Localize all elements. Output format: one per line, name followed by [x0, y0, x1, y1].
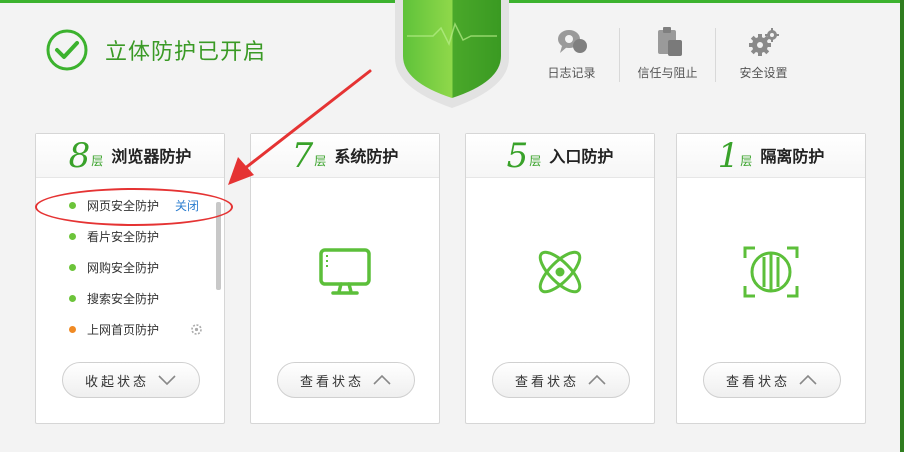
annotation-highlight-ellipse	[35, 188, 233, 226]
item-label: 看片安全防护	[87, 230, 160, 244]
log-icon	[557, 30, 587, 53]
monitor-icon	[319, 248, 371, 295]
layer-unit: 层	[740, 154, 753, 168]
settings-label: 安全设置	[739, 66, 788, 80]
collapse-status-button[interactable]: 收起状态	[62, 362, 200, 398]
view-status-button[interactable]: 查看状态	[492, 362, 630, 398]
view-status-button[interactable]: 查看状态	[277, 362, 415, 398]
list-item-shopping-security: 网购安全防护	[36, 252, 224, 283]
card-title: 隔离防护	[760, 147, 825, 166]
card-title: 入口防护	[549, 147, 614, 166]
layer-count: 8	[68, 136, 91, 176]
item-label: 网购安全防护	[87, 261, 160, 275]
trust-block-label: 信任与阻止	[637, 66, 698, 80]
log-button[interactable]: 日志记录	[524, 26, 619, 82]
annotation-arrow-icon	[228, 69, 372, 185]
status-dot-icon	[69, 295, 76, 302]
chevron-up-icon	[588, 374, 606, 385]
list-item-search-security: 搜索安全防护	[36, 283, 224, 314]
button-label: 查看状态	[299, 374, 364, 390]
card-header: 5 层 入口防护	[466, 134, 654, 178]
list-item-homepage-protection: 上网首页防护	[36, 314, 224, 345]
layer-count: 5	[506, 136, 529, 176]
browser-protection-card: 8 层 浏览器防护 网页安全防护 关闭 看片安全防护 网购安全防护 搜索安全防护…	[35, 133, 225, 424]
button-label: 查看状态	[514, 374, 579, 390]
warning-dot-icon	[69, 326, 76, 333]
status-dot-icon	[69, 264, 76, 271]
layer-unit: 层	[91, 154, 104, 168]
gear-icon[interactable]	[190, 323, 203, 336]
card-icon	[677, 244, 865, 300]
chevron-up-icon	[373, 374, 391, 385]
card-header: 8 层 浏览器防护	[36, 134, 224, 178]
status-dot-icon	[69, 233, 76, 240]
check-circle-icon	[46, 29, 88, 71]
view-status-button[interactable]: 查看状态	[703, 362, 841, 398]
toolbar: 日志记录 信任与阻止 安全设置	[524, 26, 811, 82]
item-label: 上网首页防护	[87, 323, 160, 337]
isolation-icon	[743, 246, 799, 298]
card-title: 浏览器防护	[111, 147, 192, 166]
settings-button[interactable]: 安全设置	[716, 26, 811, 82]
chevron-down-icon	[158, 375, 176, 386]
isolation-protection-card: 1 层 隔离防护 查看状态	[676, 133, 866, 424]
item-label: 搜索安全防护	[87, 292, 160, 306]
shield-icon	[395, 0, 509, 108]
button-label: 收起状态	[84, 374, 149, 390]
entry-protection-card: 5 层 入口防护 查看状态	[465, 133, 655, 424]
card-header: 1 层 隔离防护	[677, 134, 865, 178]
status-text: 立体防护已开启	[105, 40, 267, 65]
card-icon	[466, 244, 654, 300]
layer-count: 1	[717, 136, 740, 176]
log-label: 日志记录	[547, 66, 596, 80]
layer-unit: 层	[529, 154, 542, 168]
chevron-up-icon	[799, 374, 817, 385]
button-label: 查看状态	[725, 374, 790, 390]
trust-block-icon	[657, 27, 682, 56]
window-edge	[900, 0, 904, 452]
atom-icon	[538, 250, 582, 294]
card-icon	[251, 244, 439, 300]
settings-gear-icon	[748, 28, 779, 56]
trust-block-button[interactable]: 信任与阻止	[620, 26, 715, 82]
